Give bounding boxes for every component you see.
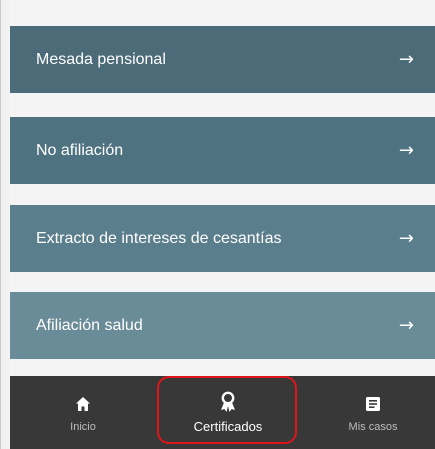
nav-label: Certificados	[193, 419, 263, 434]
cases-icon	[365, 393, 381, 415]
certificate-item-label: Extracto de intereses de cesantías	[36, 229, 282, 247]
home-icon	[75, 393, 91, 415]
nav-item-mis-casos[interactable]: Mis casos	[328, 376, 418, 449]
nav-label: Mis casos	[348, 420, 398, 433]
certificates-screen: Mesada pensional → No afiliación → Extra…	[9, 0, 435, 449]
nav-item-certificados[interactable]: Certificados	[158, 376, 298, 449]
certificate-item-label: Mesada pensional	[36, 50, 166, 68]
nav-item-inicio[interactable]: Inicio	[38, 376, 128, 449]
certificate-item-extracto-cesantias[interactable]: Extracto de intereses de cesantías →	[10, 205, 435, 272]
certificate-item-mesada-pensional[interactable]: Mesada pensional →	[10, 26, 435, 93]
app-frame: Mesada pensional → No afiliación → Extra…	[0, 0, 435, 449]
arrow-right-icon: →	[398, 139, 414, 161]
arrow-right-icon: →	[398, 227, 414, 249]
bottom-navigation-bar: Inicio Certificados Mis casos	[10, 376, 435, 449]
certificate-item-label: No afiliación	[36, 141, 124, 159]
arrow-right-icon: →	[398, 48, 414, 70]
certificate-item-no-afiliacion[interactable]: No afiliación →	[10, 117, 435, 184]
arrow-right-icon: →	[398, 314, 414, 336]
certificate-item-afiliacion-salud[interactable]: Afiliación salud →	[10, 292, 435, 359]
certificate-icon	[219, 391, 237, 413]
nav-label: Inicio	[70, 420, 96, 433]
certificate-item-label: Afiliación salud	[36, 316, 143, 334]
